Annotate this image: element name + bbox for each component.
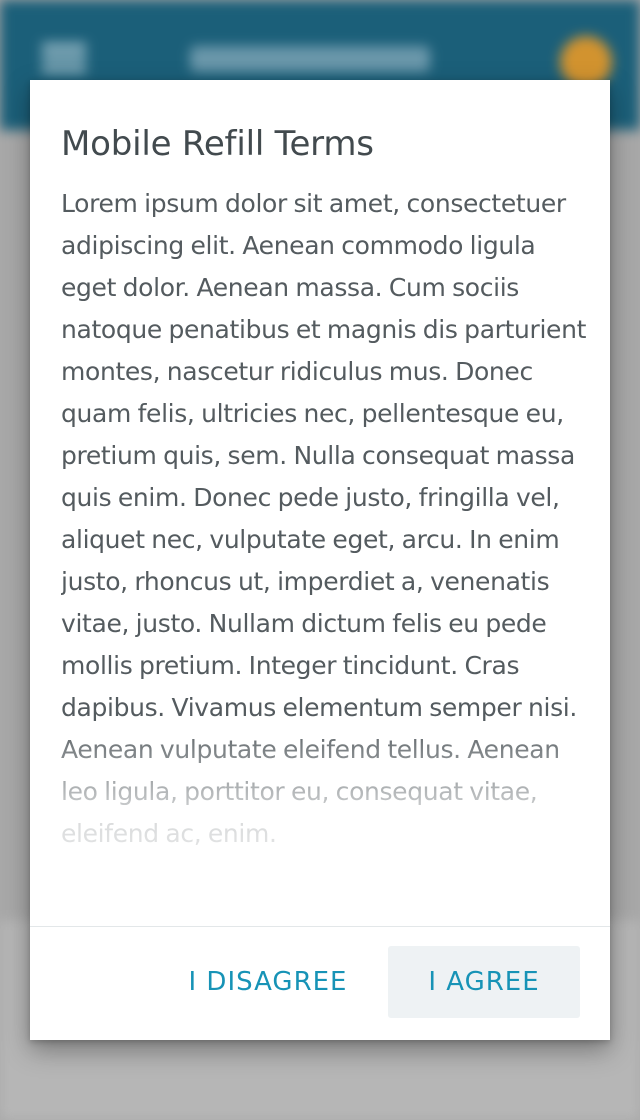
menu-icon [42, 44, 86, 72]
dialog-title: Mobile Refill Terms [61, 124, 374, 164]
agree-button[interactable]: I AGREE [388, 946, 580, 1018]
background-app-title [190, 46, 430, 72]
terms-dialog: Mobile Refill Terms Lorem ipsum dolor si… [30, 80, 610, 1040]
disagree-button[interactable]: I DISAGREE [170, 946, 366, 1018]
terms-body-text[interactable]: Lorem ipsum dolor sit amet, consectetuer… [61, 183, 589, 927]
screen: Mobile Refill Terms Lorem ipsum dolor si… [0, 0, 640, 1120]
dialog-actions: I DISAGREE I AGREE [30, 927, 610, 1040]
